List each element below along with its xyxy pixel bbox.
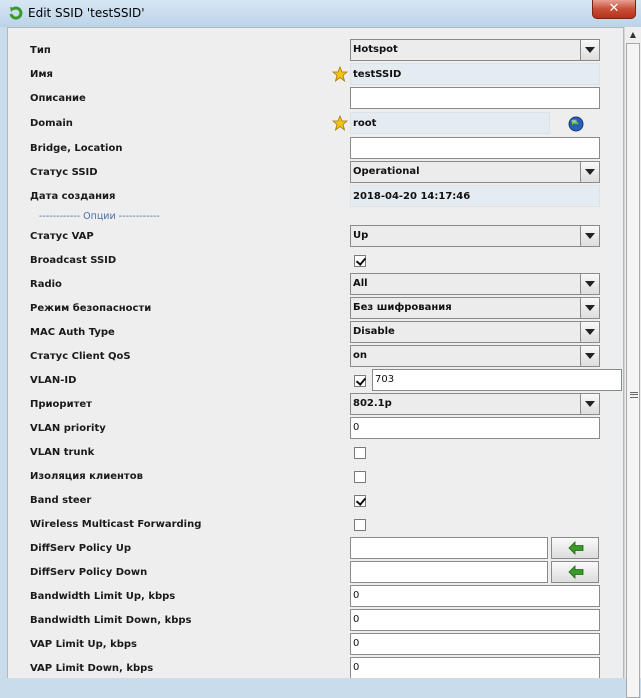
radio-value: All (353, 278, 368, 289)
vap-limit-down-value: 0 (353, 662, 360, 673)
vlan-trunk-label: VLAN trunk (30, 447, 95, 458)
vap-limit-up-value: 0 (353, 638, 360, 649)
created-date-label: Дата создания (30, 191, 116, 202)
vlan-priority-value: 0 (353, 422, 360, 433)
priority-value: 802.1p (353, 398, 392, 409)
ssid-status-value: Operational (353, 166, 420, 177)
client-qos-status-select[interactable]: on (350, 345, 600, 367)
window-frame (0, 27, 7, 678)
vlan-id-input[interactable]: 703 (372, 369, 622, 391)
wireless-multicast-checkbox[interactable] (354, 519, 366, 531)
client-qos-status-label: Статус Client QoS (30, 351, 131, 362)
green-left-arrow-icon (568, 565, 584, 579)
vertical-scrollbar[interactable]: ▲ (624, 27, 641, 698)
client-isolation-checkbox[interactable] (354, 471, 366, 483)
vap-limit-up-input[interactable]: 0 (350, 633, 600, 655)
broadcast-ssid-label: Broadcast SSID (30, 255, 117, 266)
chevron-down-icon[interactable] (580, 274, 599, 294)
green-left-arrow-icon (568, 541, 584, 555)
created-date-value: 2018-04-20 14:17:46 (353, 191, 471, 202)
diffserv-down-label: DiffServ Policy Down (30, 567, 148, 578)
close-icon: ✕ (608, 1, 620, 16)
window-title: Edit SSID 'testSSID' (28, 6, 145, 20)
name-label: Имя (30, 69, 53, 80)
vlan-priority-input[interactable]: 0 (350, 417, 600, 439)
vap-status-value: Up (353, 230, 369, 241)
options-section-title: ------------ Опции ------------ (39, 211, 160, 222)
mac-auth-type-value: Disable (353, 326, 395, 337)
client-isolation-label: Изоляция клиентов (30, 471, 143, 482)
mac-auth-type-label: MAC Auth Type (30, 327, 115, 338)
diffserv-up-select-button[interactable] (551, 537, 599, 559)
broadcast-ssid-checkbox[interactable] (354, 255, 366, 267)
bandwidth-down-value: 0 (353, 614, 360, 625)
diffserv-down-input[interactable] (350, 561, 548, 583)
vlan-id-label: VLAN-ID (30, 375, 77, 386)
diffserv-up-label: DiffServ Policy Up (30, 543, 132, 554)
vlan-trunk-checkbox[interactable] (354, 447, 366, 459)
security-mode-label: Режим безопасности (30, 303, 152, 314)
grip-icon (630, 392, 638, 398)
required-star-icon (332, 66, 348, 82)
bridge-location-label: Bridge, Location (30, 143, 123, 154)
vap-limit-down-label: VAP Limit Down, kbps (30, 663, 154, 674)
bandwidth-up-value: 0 (353, 590, 360, 601)
bandwidth-up-input[interactable]: 0 (350, 585, 600, 607)
radio-select[interactable]: All (350, 273, 600, 295)
title-bar: Edit SSID 'testSSID' ✕ (0, 0, 641, 27)
diffserv-down-select-button[interactable] (551, 561, 599, 583)
vlan-priority-label: VLAN priority (30, 423, 106, 434)
priority-label: Приоритет (30, 399, 92, 410)
chevron-down-icon[interactable] (580, 226, 599, 246)
chevron-down-icon[interactable] (580, 394, 599, 414)
chevron-down-icon[interactable] (580, 298, 599, 318)
scrollbar-thumb[interactable] (626, 43, 640, 698)
domain-field: root (350, 112, 550, 134)
vlan-id-checkbox[interactable] (354, 375, 366, 387)
vap-status-label: Статус VAP (30, 231, 94, 242)
app-refresh-icon (9, 6, 23, 20)
created-date-field: 2018-04-20 14:17:46 (350, 185, 600, 207)
vap-limit-up-label: VAP Limit Up, kbps (30, 639, 137, 650)
domain-value: root (353, 118, 377, 129)
close-button[interactable]: ✕ (592, 0, 636, 19)
radio-label: Radio (30, 279, 62, 290)
band-steer-label: Band steer (30, 495, 92, 506)
chevron-down-icon[interactable] (580, 40, 599, 60)
chevron-down-icon[interactable] (580, 162, 599, 182)
required-star-icon (332, 115, 348, 131)
vap-limit-down-input[interactable]: 0 (350, 657, 600, 678)
bandwidth-down-input[interactable]: 0 (350, 609, 600, 631)
diffserv-up-input[interactable] (350, 537, 548, 559)
description-label: Описание (30, 93, 86, 104)
domain-label: Domain (30, 118, 73, 129)
bandwidth-down-label: Bandwidth Limit Down, kbps (30, 615, 192, 626)
priority-select[interactable]: 802.1p (350, 393, 600, 415)
bridge-location-input[interactable] (350, 137, 600, 159)
security-mode-value: Без шифрования (353, 302, 452, 313)
chevron-down-icon[interactable] (580, 322, 599, 342)
type-select[interactable]: Hotspot (350, 39, 600, 61)
bandwidth-up-label: Bandwidth Limit Up, kbps (30, 591, 176, 602)
security-mode-select[interactable]: Без шифрования (350, 297, 600, 319)
ssid-form: Тип Hotspot Имя testSSID Описание Domain… (7, 27, 624, 678)
description-input[interactable] (350, 87, 600, 109)
name-field: testSSID (350, 63, 600, 85)
mac-auth-type-select[interactable]: Disable (350, 321, 600, 343)
ssid-status-select[interactable]: Operational (350, 161, 600, 183)
band-steer-checkbox[interactable] (354, 495, 366, 507)
ssid-status-label: Статус SSID (30, 167, 98, 178)
wireless-multicast-label: Wireless Multicast Forwarding (30, 519, 202, 530)
globe-icon[interactable] (568, 116, 584, 132)
vlan-id-value: 703 (375, 374, 395, 385)
type-label: Тип (30, 45, 51, 56)
type-value: Hotspot (353, 44, 398, 55)
vap-status-select[interactable]: Up (350, 225, 600, 247)
name-value: testSSID (353, 69, 402, 80)
client-qos-status-value: on (353, 350, 367, 361)
scroll-up-arrow-icon[interactable]: ▲ (625, 27, 641, 43)
chevron-down-icon[interactable] (580, 346, 599, 366)
